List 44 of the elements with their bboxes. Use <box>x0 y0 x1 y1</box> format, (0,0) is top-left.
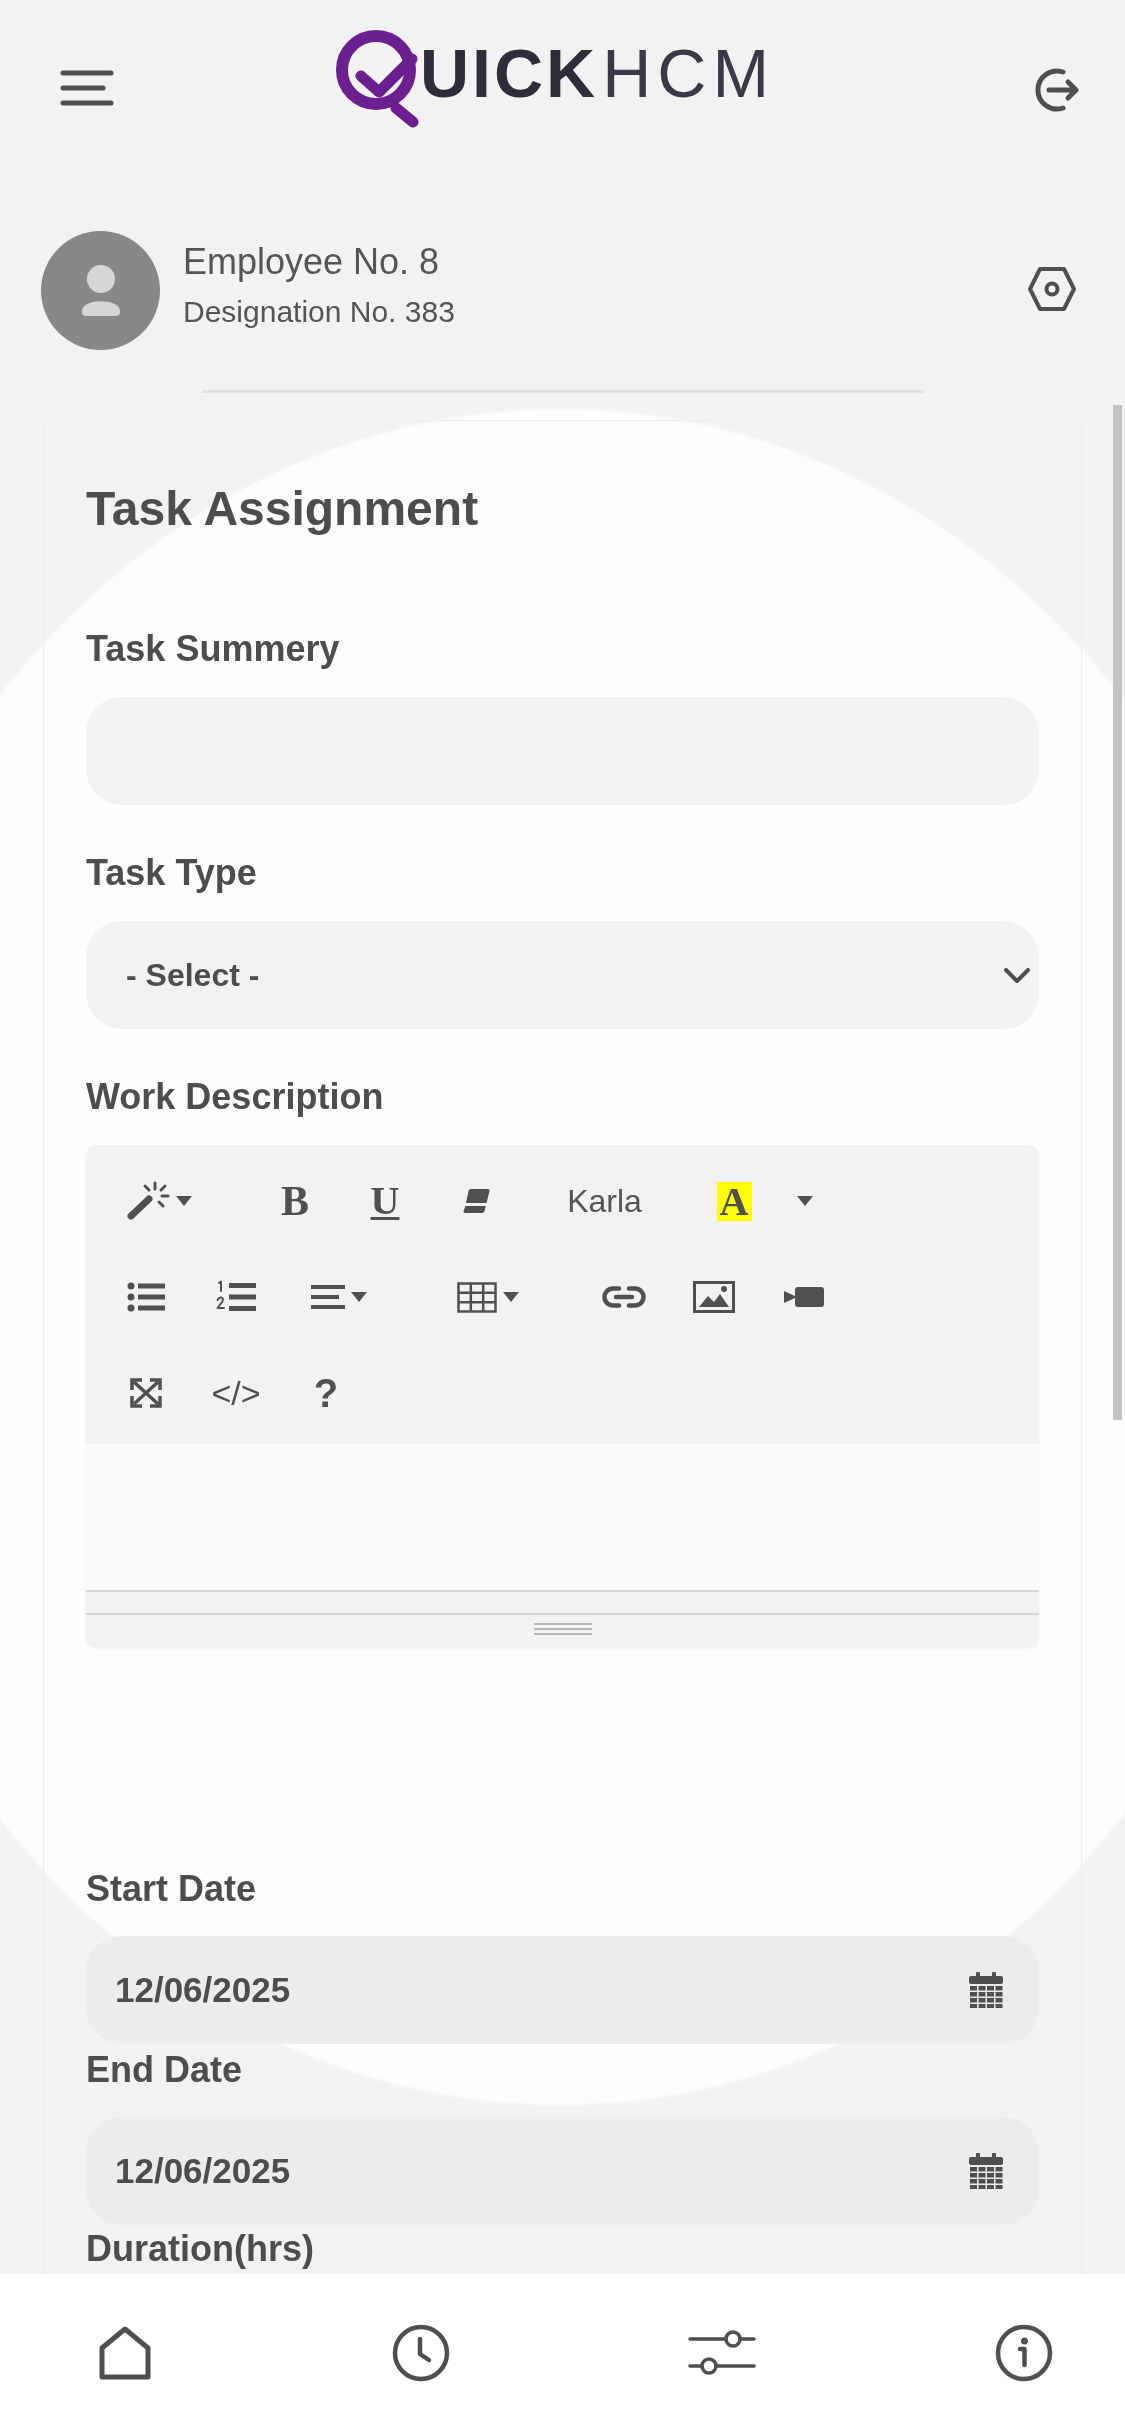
logo-text: UICK <box>419 39 599 107</box>
employee-name: Employee No. 8 <box>183 240 441 283</box>
link-icon[interactable] <box>602 1285 646 1309</box>
resize-handle-icon[interactable] <box>533 1623 592 1635</box>
magic-wand-icon <box>126 1181 170 1221</box>
calendar-icon <box>969 1972 1003 2008</box>
field-label: Task Type <box>86 851 258 895</box>
clock-icon[interactable] <box>391 2324 450 2382</box>
select-field[interactable]: - Select - <box>86 921 1039 1029</box>
menu-icon[interactable] <box>60 70 114 106</box>
chevron-down-icon <box>1004 967 1030 983</box>
align-dropdown-button[interactable] <box>311 1285 367 1309</box>
home-icon[interactable] <box>97 2325 153 2381</box>
logo-text: HCM <box>602 39 776 107</box>
settings-icon[interactable] <box>1027 265 1077 312</box>
field-label: Work Description <box>86 1075 385 1119</box>
numbered-list-icon[interactable] <box>216 1280 256 1314</box>
check-ring-logo-icon <box>335 30 420 128</box>
table-dropdown-button[interactable] <box>457 1281 519 1313</box>
code-view-button[interactable]: </> <box>211 1373 261 1413</box>
date-field[interactable]: 12/06/2025 <box>86 2117 1039 2225</box>
video-camera-icon[interactable] <box>784 1286 824 1308</box>
help-button[interactable]: ? <box>313 1371 339 1415</box>
caret-icon[interactable] <box>797 1196 813 1206</box>
date-field[interactable]: 12/06/2025 <box>86 1936 1039 2044</box>
form-title: Task Assignment <box>86 481 480 537</box>
style-dropdown-button[interactable] <box>126 1181 192 1221</box>
calendar-icon <box>969 2153 1003 2189</box>
font-name-button[interactable]: Karla <box>567 1182 642 1220</box>
field-label: Start Date <box>86 1867 258 1911</box>
text-color-button[interactable]: A <box>716 1181 752 1221</box>
field-label: Duration(hrs) <box>86 2229 315 2269</box>
bulleted-list-icon[interactable] <box>127 1281 165 1313</box>
bold-button[interactable]: B <box>281 1179 309 1223</box>
field-label: End Date <box>86 2048 244 2092</box>
employee-designation: Designation No. 383 <box>183 293 455 330</box>
info-icon[interactable] <box>994 2324 1053 2382</box>
field-label: Task Summery <box>86 627 341 671</box>
underline-button[interactable]: U <box>370 1179 400 1223</box>
align-left-icon <box>311 1285 345 1309</box>
image-icon[interactable] <box>693 1281 735 1313</box>
table-grid-icon <box>457 1281 497 1313</box>
fullscreen-icon[interactable] <box>129 1377 163 1409</box>
avatar-icon <box>41 231 160 350</box>
